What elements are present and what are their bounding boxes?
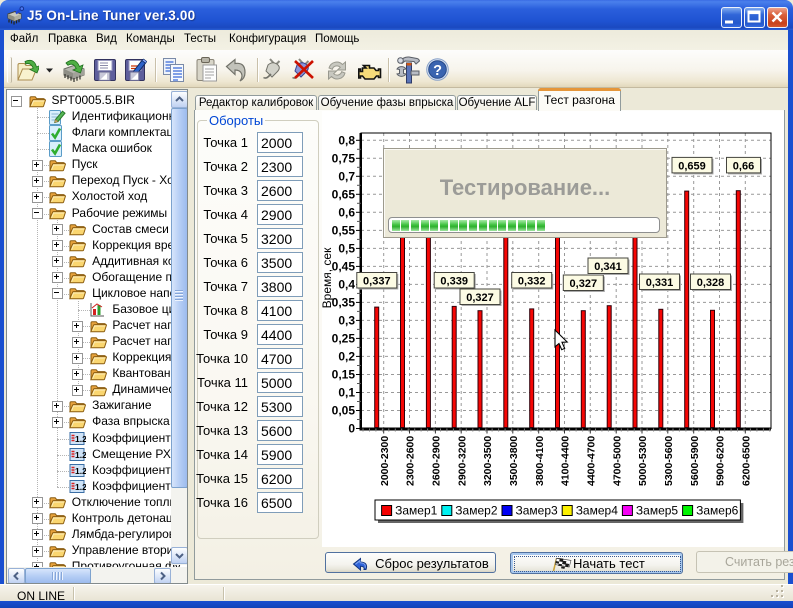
- svg-text:0,337: 0,337: [363, 276, 391, 288]
- svg-text:0,45: 0,45: [332, 260, 356, 274]
- svg-text:2900-3200: 2900-3200: [456, 436, 468, 486]
- svg-text:0,331: 0,331: [646, 277, 674, 289]
- svg-text:0,1: 0,1: [338, 386, 355, 400]
- svg-text:0,75: 0,75: [332, 152, 356, 166]
- svg-text:6200-6500: 6200-6500: [741, 436, 753, 486]
- svg-text:Замер2: Замер2: [455, 504, 498, 518]
- svg-text:0,35: 0,35: [332, 296, 356, 310]
- svg-text:2300-2600: 2300-2600: [405, 436, 417, 486]
- svg-text:0,15: 0,15: [332, 368, 356, 382]
- svg-text:0,65: 0,65: [332, 188, 356, 202]
- svg-text:4100-4400: 4100-4400: [560, 436, 572, 486]
- svg-text:0,327: 0,327: [570, 278, 598, 290]
- svg-text:Замер4: Замер4: [576, 504, 619, 518]
- svg-text:3800-4100: 3800-4100: [534, 436, 546, 486]
- svg-text:Время, сек: Время, сек: [320, 247, 334, 308]
- svg-text:0,55: 0,55: [332, 224, 356, 238]
- svg-text:5000-5300: 5000-5300: [637, 436, 649, 486]
- svg-text:Замер6: Замер6: [696, 504, 739, 518]
- svg-text:Замер3: Замер3: [516, 504, 559, 518]
- svg-text:0,327: 0,327: [466, 292, 494, 304]
- svg-text:5900-6200: 5900-6200: [715, 436, 727, 486]
- svg-text:5600-5900: 5600-5900: [689, 436, 701, 486]
- svg-text:0,25: 0,25: [332, 332, 356, 346]
- svg-text:0,05: 0,05: [332, 404, 356, 418]
- svg-text:2000-2300: 2000-2300: [379, 436, 391, 486]
- svg-text:Замер1: Замер1: [395, 504, 438, 518]
- svg-text:0: 0: [348, 422, 355, 436]
- svg-text:3500-3800: 3500-3800: [508, 436, 520, 486]
- svg-text:0,339: 0,339: [440, 276, 468, 288]
- svg-text:0,4: 0,4: [338, 278, 355, 292]
- svg-text:0,7: 0,7: [338, 170, 355, 184]
- svg-text:0,66: 0,66: [733, 160, 754, 172]
- svg-text:0,341: 0,341: [594, 261, 622, 273]
- svg-text:4400-4700: 4400-4700: [586, 436, 598, 486]
- svg-text:0,5: 0,5: [338, 242, 355, 256]
- svg-text:0,3: 0,3: [338, 314, 355, 328]
- svg-text:0,2: 0,2: [338, 350, 355, 364]
- svg-text:0,328: 0,328: [697, 277, 725, 289]
- svg-text:0,332: 0,332: [518, 276, 546, 288]
- svg-text:3200-3500: 3200-3500: [482, 436, 494, 486]
- svg-text:0,8: 0,8: [338, 134, 355, 148]
- svg-text:4700-5000: 4700-5000: [611, 436, 623, 486]
- svg-text:Замер5: Замер5: [636, 504, 679, 518]
- svg-text:5300-5600: 5300-5600: [663, 436, 675, 486]
- svg-text:2600-2900: 2600-2900: [431, 436, 443, 486]
- svg-text:0,659: 0,659: [678, 160, 706, 172]
- svg-text:0,6: 0,6: [338, 206, 355, 220]
